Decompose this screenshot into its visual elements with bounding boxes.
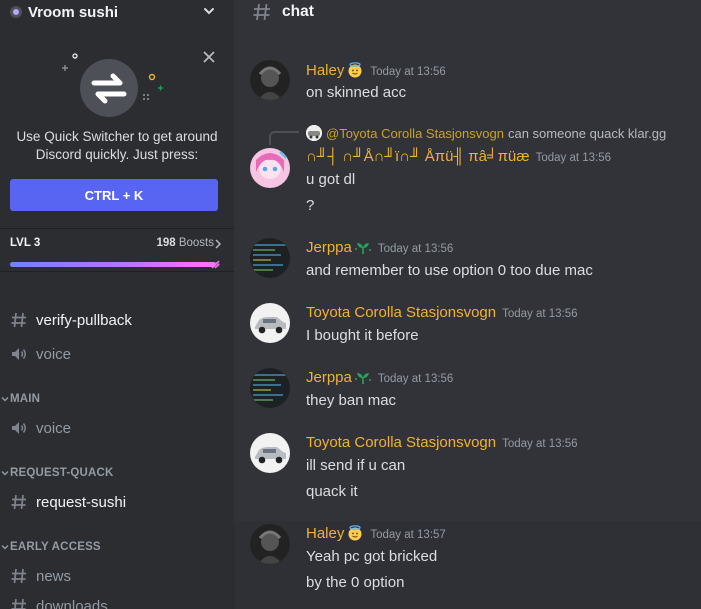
chat-area: chat Haley Today at 13:56 on skinned acc … (234, 0, 701, 609)
message-author[interactable]: Jerppa Today at 13:56 (306, 239, 453, 256)
sprout-icon (354, 239, 372, 255)
chevron-down-icon[interactable] (202, 4, 216, 18)
message-author[interactable]: Toyota Corolla Stasjonsvogn Today at 13:5… (306, 304, 578, 321)
avatar[interactable] (250, 433, 290, 473)
message-author[interactable]: Haley Today at 13:56 (306, 62, 446, 79)
chevron-down-icon (1, 471, 9, 476)
close-icon[interactable] (202, 50, 216, 64)
message-hover-highlight (234, 521, 701, 609)
chevron-down-icon (1, 545, 9, 550)
reply-avatar (306, 125, 322, 141)
server-header[interactable]: Vroom sushi (0, 0, 234, 24)
hash-icon (11, 568, 26, 584)
boost-bar-track (10, 262, 220, 267)
chat-title: chat (282, 3, 314, 20)
quick-switcher-illustration (62, 53, 163, 117)
reply-preview[interactable]: @Toyota Corolla Stasjonsvogn can someone… (306, 125, 666, 141)
speaker-icon (12, 348, 26, 360)
message-author[interactable]: ∩╜┤ ∩╜Å∩╜ï∩╜ Åπü╢ πâ╛πüæ Today at 13:56 (306, 148, 611, 165)
boost-bar-fill (10, 262, 216, 267)
message-text: quack it (306, 483, 358, 500)
message-text: ? (306, 197, 315, 214)
speaker-icon (12, 422, 26, 434)
channel-news[interactable]: news (10, 564, 71, 588)
message-text: ill send if u can (306, 457, 406, 474)
chat-header: chat (234, 0, 701, 24)
reply-connector (269, 131, 299, 145)
boost-progress-bar[interactable]: LVL 3 198 Boosts (0, 228, 234, 272)
chevron-down-icon (1, 397, 9, 402)
hash-icon (11, 494, 26, 510)
boost-count: 198 Boosts (156, 237, 214, 249)
avatar[interactable] (250, 368, 290, 408)
message-text: u got dl (306, 171, 356, 188)
server-boost-icon (10, 6, 22, 18)
hash-icon (11, 312, 26, 328)
avatar[interactable] (250, 303, 290, 343)
avatar[interactable] (250, 148, 290, 188)
channel-verify-pullback[interactable]: verify-pullback (10, 308, 132, 332)
boost-level: LVL 3 (10, 237, 41, 249)
category-request-quack[interactable]: REQUEST-QUACK (0, 465, 114, 481)
message-author[interactable]: Toyota Corolla Stasjonsvogn Today at 13:5… (306, 434, 578, 451)
boost-gem-icon (211, 260, 220, 269)
channel-sidebar: Vroom sushi Use Quick Switcher to get ar… (0, 0, 234, 609)
channel-downloads[interactable]: downloads (10, 594, 108, 609)
message-author[interactable]: Jerppa Today at 13:56 (306, 369, 453, 386)
category-early-access[interactable]: EARLY ACCESS (0, 539, 101, 555)
quick-switcher-card: Use Quick Switcher to get around Discord… (0, 40, 234, 220)
message-text: I bought it before (306, 327, 419, 344)
avatar[interactable] (250, 60, 290, 100)
message-text: Yeah pc got bricked (306, 548, 438, 565)
message-author[interactable]: Haley Today at 13:57 (306, 525, 446, 542)
quick-switcher-button[interactable]: CTRL + K (10, 179, 218, 211)
message-text: by the 0 option (306, 574, 405, 591)
server-name: Vroom sushi (28, 3, 119, 21)
message-text: and remember to use option 0 too due mac (306, 262, 593, 279)
hash-icon (253, 3, 270, 21)
message-text: on skinned acc (306, 84, 407, 101)
chevron-right-icon (215, 239, 222, 249)
channel-voice-main[interactable]: voice (10, 416, 71, 440)
message-text: they ban mac (306, 392, 397, 409)
avatar[interactable] (250, 524, 290, 564)
avatar[interactable] (250, 238, 290, 278)
angel-emoji-icon (346, 525, 364, 541)
channel-request-sushi[interactable]: request-sushi (10, 490, 126, 514)
sprout-icon (354, 369, 372, 385)
angel-emoji-icon (346, 62, 364, 78)
hash-icon (11, 598, 26, 609)
category-main[interactable]: MAIN (0, 391, 40, 407)
channel-voice[interactable]: voice (10, 342, 71, 366)
quick-switcher-text: Use Quick Switcher to get around Discord… (16, 129, 218, 162)
